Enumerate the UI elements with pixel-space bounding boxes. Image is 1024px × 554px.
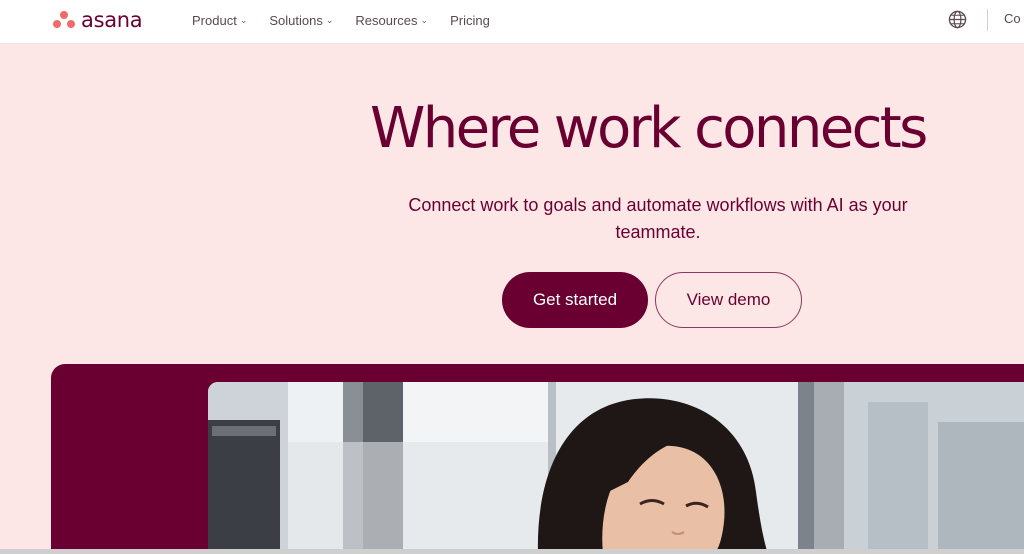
chevron-down-icon: ⌄: [420, 15, 429, 25]
header-divider: [987, 9, 988, 31]
hero-photo: [208, 382, 1024, 554]
brand-name: asana: [81, 8, 143, 32]
site-header: asana Product ⌄ Solutions ⌄ Resources ⌄ …: [0, 0, 1024, 44]
chevron-down-icon: ⌄: [239, 15, 248, 25]
nav-item-solutions[interactable]: Solutions ⌄: [269, 13, 333, 28]
get-started-button[interactable]: Get started: [502, 272, 648, 328]
nav-item-label: Pricing: [450, 12, 490, 28]
nav-item-label: Product: [192, 12, 237, 28]
nav-item-label: Solutions: [269, 12, 323, 28]
main-nav: Product ⌄ Solutions ⌄ Resources ⌄ Pricin…: [192, 0, 490, 40]
view-demo-button[interactable]: View demo: [655, 272, 802, 328]
nav-item-label: Resources: [355, 12, 418, 28]
nav-item-resources[interactable]: Resources ⌄: [355, 13, 428, 28]
nav-item-pricing[interactable]: Pricing: [450, 13, 490, 28]
scrollbar-track[interactable]: [0, 549, 1024, 554]
asana-logo[interactable]: asana: [53, 8, 143, 32]
hero-title: Where work connects: [370, 96, 928, 161]
hero-subtitle: Connect work to goals and automate workf…: [408, 195, 908, 242]
asana-logo-icon: [53, 11, 75, 29]
header-link-truncated[interactable]: Co: [1004, 11, 1021, 26]
chevron-down-icon: ⌄: [325, 15, 334, 25]
nav-item-product[interactable]: Product ⌄: [192, 13, 247, 28]
globe-icon[interactable]: [948, 10, 967, 29]
